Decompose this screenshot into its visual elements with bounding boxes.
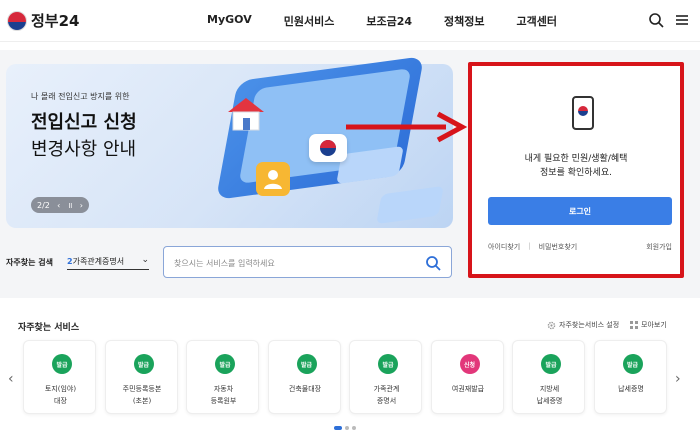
user-icon bbox=[256, 162, 290, 196]
services-prev-button[interactable]: ‹ bbox=[8, 371, 14, 387]
login-prompt: 내게 필요한 민원/생활/혜택 정보를 확인하세요. bbox=[472, 152, 680, 180]
service-badge: 발급 bbox=[378, 354, 398, 374]
service-badge: 발급 bbox=[541, 354, 561, 374]
services-settings-link[interactable]: 자주찾는서비스 설정 bbox=[547, 320, 619, 330]
carousel-dot-active[interactable] bbox=[334, 426, 342, 430]
pager-next-button[interactable]: › bbox=[80, 201, 83, 210]
login-prompt-line1: 내게 필요한 민원/생활/혜택 bbox=[524, 154, 628, 164]
services-more-link[interactable]: 모아보기 bbox=[630, 320, 667, 330]
find-password-link[interactable]: 비밀번호찾기 bbox=[539, 242, 578, 252]
banner-pager: 2/2 ‹ ॥ › bbox=[31, 197, 89, 213]
service-card[interactable]: 신청여권재발급 bbox=[430, 340, 504, 414]
service-card[interactable]: 발급가족관계 증명서 bbox=[349, 340, 422, 414]
pager-count: 2/2 bbox=[37, 200, 50, 210]
link-divider: | bbox=[528, 242, 531, 250]
nav-mygov[interactable]: MyGOV bbox=[207, 13, 252, 29]
main-nav: MyGOV 민원서비스 보조금24 정책정보 고객센터 bbox=[207, 13, 589, 29]
pager-prev-button[interactable]: ‹ bbox=[57, 201, 60, 210]
service-name: 자동차 등록원부 bbox=[210, 385, 237, 405]
nav-civil-services[interactable]: 민원서비스 bbox=[284, 13, 335, 29]
services-next-button[interactable]: › bbox=[675, 371, 681, 387]
services-settings-label: 자주찾는서비스 설정 bbox=[559, 321, 620, 329]
frequent-services-title: 자주찾는 서비스 bbox=[18, 323, 80, 333]
taegeuk-logo-icon bbox=[7, 10, 27, 31]
login-card: 내게 필요한 민원/생활/혜택 정보를 확인하세요. 로그인 아이디찾기 | 비… bbox=[468, 62, 684, 278]
taegeuk-icon bbox=[578, 106, 588, 116]
service-badge: 발급 bbox=[622, 354, 643, 374]
red-arrow-annotation bbox=[346, 111, 468, 143]
service-badge: 신청 bbox=[459, 354, 480, 374]
service-card[interactable]: 발급주민등록등본 (초본) bbox=[104, 340, 178, 414]
gear-icon bbox=[547, 321, 556, 329]
services-carousel: 발급 토지(임야) 대장 발급 주민등록등본 (초본) 발급 자동차 등록원부 발급 건축물대… bbox=[23, 340, 675, 414]
government-seal-icon bbox=[309, 134, 347, 162]
chevron-down-icon: ⌄ bbox=[141, 255, 149, 265]
select-value: 가족관계증명서 bbox=[72, 257, 125, 266]
service-card[interactable]: 발급토지(임야) 대장 bbox=[23, 340, 96, 414]
carousel-indicator bbox=[334, 426, 356, 430]
banner-title-line2: 변경사항 안내 bbox=[31, 139, 137, 160]
grid-icon bbox=[630, 321, 638, 329]
header: 정부24 MyGOV 민원서비스 보조금24 정책정보 고객센터 bbox=[0, 0, 700, 42]
service-badge: 발급 bbox=[296, 354, 317, 374]
search-icon[interactable] bbox=[425, 255, 441, 271]
pager-pause-button[interactable]: ॥ bbox=[68, 200, 73, 211]
account-links: 아이디찾기 | 비밀번호찾기 회원가입 bbox=[488, 242, 672, 252]
mobile-phone-icon bbox=[572, 96, 594, 130]
frequent-search-label: 자주찾는 검색 bbox=[6, 258, 53, 267]
nav-customer-center[interactable]: 고객센터 bbox=[516, 13, 556, 29]
menu-icon[interactable] bbox=[674, 12, 690, 28]
service-name: 지방세 납세증명 bbox=[536, 385, 563, 405]
service-card[interactable]: 발급건축물대장 bbox=[267, 340, 341, 414]
carousel-dot[interactable] bbox=[352, 426, 356, 430]
services-more-label: 모아보기 bbox=[641, 321, 667, 329]
login-button[interactable]: 로그인 bbox=[488, 197, 672, 225]
carousel-dot[interactable] bbox=[345, 426, 349, 430]
service-name: 주민등록등본 (초본) bbox=[122, 385, 162, 405]
service-badge: 발급 bbox=[215, 354, 235, 374]
site-logo[interactable]: 정부24 bbox=[7, 10, 79, 31]
frequent-search-select[interactable]: 2가족관계증명서 ⌄ bbox=[67, 252, 149, 270]
service-name: 여권재발급 bbox=[451, 385, 485, 393]
house-icon bbox=[228, 98, 264, 131]
nav-subsidy24[interactable]: 보조금24 bbox=[366, 13, 412, 29]
banner-subtitle: 나 몰래 전입신고 방지를 위한 bbox=[31, 92, 130, 101]
search-input[interactable] bbox=[174, 255, 414, 271]
service-name: 건축물대장 bbox=[288, 385, 322, 393]
nav-policy-info[interactable]: 정책정보 bbox=[444, 13, 484, 29]
service-name: 토지(임야) 대장 bbox=[44, 385, 77, 405]
service-name: 납세증명 bbox=[618, 385, 644, 393]
login-prompt-line2: 정보를 확인하세요. bbox=[540, 168, 612, 178]
banner-title-line1: 전입신고 신청 bbox=[31, 112, 137, 133]
service-card[interactable]: 발급지방세 납세증명 bbox=[512, 340, 585, 414]
service-name: 가족관계 증명서 bbox=[373, 385, 400, 405]
search-icon[interactable] bbox=[648, 12, 664, 28]
service-badge: 발급 bbox=[52, 354, 72, 374]
service-badge: 발급 bbox=[133, 354, 154, 374]
search-box bbox=[163, 246, 452, 278]
find-id-link[interactable]: 아이디찾기 bbox=[488, 242, 520, 252]
service-card[interactable]: 발급납세증명 bbox=[593, 340, 667, 414]
logo-text: 정부24 bbox=[31, 12, 80, 30]
signup-link[interactable]: 회원가입 bbox=[646, 242, 672, 252]
service-card[interactable]: 발급자동차 등록원부 bbox=[186, 340, 259, 414]
